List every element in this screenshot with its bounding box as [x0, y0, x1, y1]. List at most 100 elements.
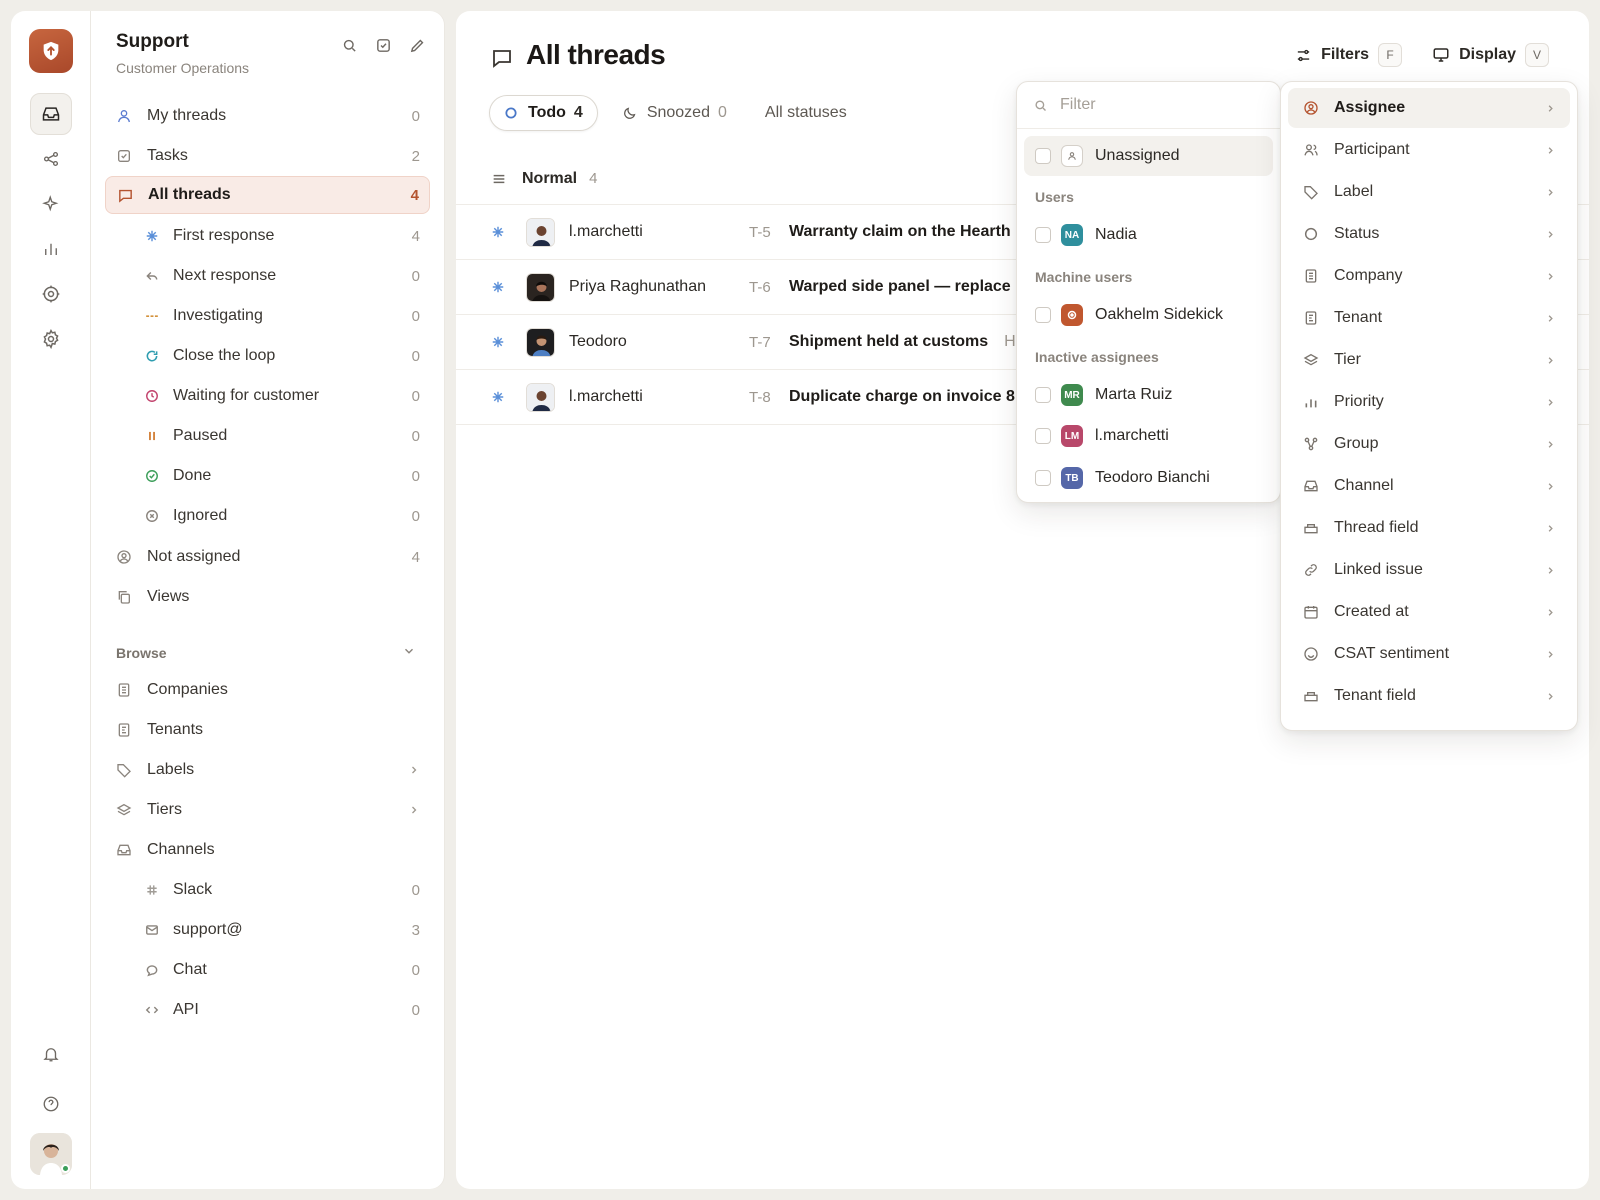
sparkle-icon[interactable] — [30, 183, 72, 225]
layers-icon — [115, 801, 133, 819]
display-button[interactable]: Display V — [1432, 43, 1549, 67]
chat-icon — [490, 46, 514, 70]
tag-icon — [1302, 184, 1320, 200]
target-icon[interactable] — [30, 273, 72, 315]
compose-icon[interactable] — [409, 37, 426, 54]
filter-channel[interactable]: Channel — [1288, 466, 1570, 506]
filter-group[interactable]: Group — [1288, 424, 1570, 464]
option-unassigned[interactable]: Unassigned — [1024, 136, 1273, 176]
nav-support-email[interactable]: support@ 3 — [105, 911, 430, 949]
nav-my-threads[interactable]: My threads 0 — [105, 97, 430, 135]
user-avatar[interactable] — [30, 1133, 72, 1175]
bot-icon — [1061, 304, 1083, 326]
sliders-icon — [1295, 47, 1312, 64]
filters-button[interactable]: Filters F — [1295, 43, 1403, 67]
nav-tiers[interactable]: Tiers — [105, 791, 430, 829]
nav-waiting-for-customer[interactable]: Waiting for customer 0 — [105, 377, 430, 415]
chevron-right-icon — [1545, 397, 1556, 408]
nav-tasks[interactable]: Tasks 2 — [105, 137, 430, 175]
workspace-title: Support — [116, 31, 189, 52]
users-heading: Users — [1035, 189, 1074, 205]
spark-status-icon — [491, 390, 505, 404]
group-icon — [1302, 436, 1320, 452]
option-inactive-user[interactable]: LM l.marchetti — [1024, 416, 1273, 456]
avatar — [526, 217, 555, 247]
gear-icon[interactable] — [30, 318, 72, 360]
nav-tenants[interactable]: Tenants — [105, 711, 430, 749]
building-icon — [1302, 310, 1320, 326]
nav-first-response[interactable]: First response 4 — [105, 217, 430, 255]
chevron-right-icon — [1545, 355, 1556, 366]
nav-not-assigned[interactable]: Not assigned 4 — [105, 538, 430, 576]
help-icon[interactable] — [30, 1083, 72, 1125]
nav-chat[interactable]: Chat 0 — [105, 951, 430, 989]
checkbox[interactable] — [1035, 470, 1051, 486]
nav-slack[interactable]: Slack 0 — [105, 871, 430, 909]
inbox-icon[interactable] — [30, 93, 72, 135]
filter-participant[interactable]: Participant — [1288, 130, 1570, 170]
building-icon — [115, 721, 133, 739]
filter-label[interactable]: Label — [1288, 172, 1570, 212]
nav-all-threads[interactable]: All threads 4 — [105, 176, 430, 214]
checkbox-icon — [115, 147, 133, 165]
nav-paused[interactable]: Paused 0 — [105, 417, 430, 455]
share-icon[interactable] — [30, 138, 72, 180]
filter-priority[interactable]: Priority — [1288, 382, 1570, 422]
building-icon — [115, 681, 133, 699]
search-icon[interactable] — [341, 37, 358, 54]
filter-thread-field[interactable]: Thread field — [1288, 508, 1570, 548]
app-rail — [11, 11, 91, 1189]
app-logo[interactable] — [29, 29, 73, 73]
option-inactive-user[interactable]: TB Teodoro Bianchi — [1024, 458, 1273, 498]
checkbox[interactable] — [1035, 428, 1051, 444]
checkbox[interactable] — [1035, 148, 1051, 164]
tasks-icon[interactable] — [375, 37, 392, 54]
tab-snoozed[interactable]: Snoozed 0 — [608, 95, 741, 131]
nav-companies[interactable]: Companies — [105, 671, 430, 709]
nav-api[interactable]: API 0 — [105, 991, 430, 1029]
smile-icon — [1302, 646, 1320, 662]
nav-next-response[interactable]: Next response 0 — [105, 257, 430, 295]
option-inactive-user[interactable]: MR Marta Ruiz — [1024, 375, 1273, 415]
chevron-right-icon — [1545, 103, 1556, 114]
nav-views[interactable]: Views — [105, 578, 430, 616]
filter-assignee[interactable]: Assignee — [1288, 88, 1570, 128]
option-user[interactable]: NA Nadia — [1024, 215, 1273, 255]
chevron-down-icon[interactable] — [402, 644, 416, 658]
filter-linked-issue[interactable]: Linked issue — [1288, 550, 1570, 590]
reply-icon — [143, 267, 161, 285]
tag-icon — [115, 761, 133, 779]
filter-tenant[interactable]: Tenant — [1288, 298, 1570, 338]
chevron-right-icon — [1545, 565, 1556, 576]
chevron-right-icon — [1545, 229, 1556, 240]
tab-todo[interactable]: Todo 4 — [489, 95, 598, 131]
filter-created-at[interactable]: Created at — [1288, 592, 1570, 632]
chat-icon — [116, 186, 134, 204]
avatar: LM — [1061, 425, 1083, 447]
chart-icon[interactable] — [30, 228, 72, 270]
nav-done[interactable]: Done 0 — [105, 457, 430, 495]
checkbox[interactable] — [1035, 307, 1051, 323]
nav-investigating[interactable]: Investigating 0 — [105, 297, 430, 335]
checkbox[interactable] — [1035, 387, 1051, 403]
tab-all-statuses[interactable]: All statuses — [751, 95, 861, 131]
page-title: All threads — [526, 39, 666, 70]
filter-search[interactable]: Filter — [1017, 82, 1280, 129]
filter-status[interactable]: Status — [1288, 214, 1570, 254]
filter-input-placeholder[interactable]: Filter — [1060, 96, 1096, 114]
nav-channels[interactable]: Channels — [105, 831, 430, 869]
monitor-icon — [1432, 46, 1450, 64]
filters-shortcut: F — [1378, 43, 1403, 67]
filter-tenant-field[interactable]: Tenant field — [1288, 676, 1570, 716]
nav-close-the-loop[interactable]: Close the loop 0 — [105, 337, 430, 375]
nav-ignored[interactable]: Ignored 0 — [105, 497, 430, 535]
checkbox[interactable] — [1035, 227, 1051, 243]
priority-lines-icon — [491, 171, 507, 187]
option-machine-user[interactable]: Oakhelm Sidekick — [1024, 295, 1273, 335]
filter-csat-sentiment[interactable]: CSAT sentiment — [1288, 634, 1570, 674]
bell-icon[interactable] — [30, 1033, 72, 1075]
chevron-right-icon — [1545, 607, 1556, 618]
filter-company[interactable]: Company — [1288, 256, 1570, 296]
filter-tier[interactable]: Tier — [1288, 340, 1570, 380]
nav-labels[interactable]: Labels — [105, 751, 430, 789]
